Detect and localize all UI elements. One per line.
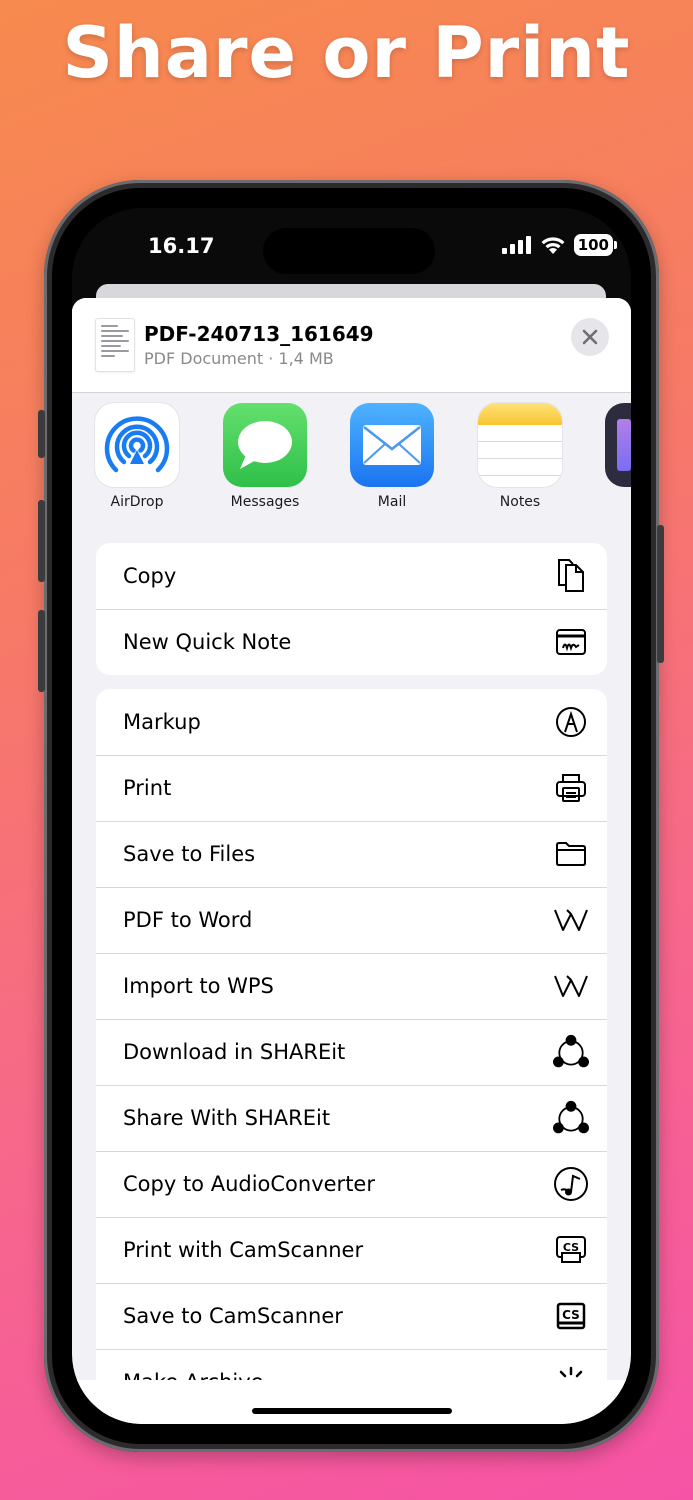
action-label: Download in SHAREit (123, 1040, 346, 1064)
action-label: Copy to AudioConverter (123, 1172, 375, 1196)
app-notes[interactable]: Notes (465, 403, 575, 510)
audio-converter-icon (553, 1166, 589, 1202)
app-label: AirDrop (110, 494, 164, 510)
wps-icon (553, 968, 589, 1004)
svg-text:CS: CS (563, 1241, 579, 1254)
app-messages[interactable]: Messages (210, 403, 320, 510)
messages-icon (223, 403, 307, 487)
close-icon (582, 329, 598, 345)
quick-note-icon (553, 624, 589, 660)
volume-down-button (38, 610, 45, 692)
action-group-secondary: Markup Print Save to Files PDF to Word I… (96, 689, 607, 1415)
action-print[interactable]: Print (96, 755, 607, 821)
phone-screen: 16.17 100 PDF-240713_161649 PDF Document… (72, 208, 631, 1424)
status-icons: 100 (501, 234, 618, 256)
power-button (657, 525, 664, 663)
camscanner-print-icon: CS (553, 1232, 589, 1268)
shareit-icon (553, 1100, 589, 1136)
share-sheet: PDF-240713_161649 PDF Document · 1,4 MB (72, 298, 631, 1424)
action-group-primary: Copy New Quick Note (96, 543, 607, 675)
markup-icon (553, 704, 589, 740)
action-import-to-wps[interactable]: Import to WPS (96, 953, 607, 1019)
action-markup[interactable]: Markup (96, 689, 607, 755)
dynamic-island (263, 228, 435, 274)
action-label: New Quick Note (123, 630, 292, 654)
side-button (38, 410, 45, 458)
app-label: Mail (377, 494, 407, 510)
action-download-in-shareit[interactable]: Download in SHAREit (96, 1019, 607, 1085)
document-subtitle: PDF Document · 1,4 MB (144, 349, 334, 368)
status-time: 16.17 (148, 234, 215, 258)
action-label: PDF to Word (123, 908, 253, 932)
action-label: Save to Files (123, 842, 256, 866)
app-label: Jo (592, 494, 631, 510)
home-indicator[interactable] (252, 1408, 452, 1414)
action-label: Markup (123, 710, 201, 734)
action-label: Save to CamScanner (123, 1304, 343, 1328)
shareit-icon (553, 1034, 589, 1070)
action-share-with-shareit[interactable]: Share With SHAREit (96, 1085, 607, 1151)
document-title: PDF-240713_161649 (144, 322, 374, 346)
copy-icon (553, 558, 589, 594)
app-label: Messages (230, 494, 300, 510)
notes-icon (478, 403, 562, 487)
wifi-icon (541, 237, 565, 254)
share-sheet-header: PDF-240713_161649 PDF Document · 1,4 MB (72, 298, 631, 393)
action-label: Import to WPS (123, 974, 274, 998)
close-button[interactable] (571, 318, 609, 356)
headline: Share or Print (62, 12, 631, 94)
action-save-to-camscanner[interactable]: Save to CamScanner CS (96, 1283, 607, 1349)
action-label: Print with CamScanner (123, 1238, 364, 1262)
camscanner-icon: CS (553, 1298, 589, 1334)
airdrop-icon (95, 403, 179, 487)
sheet-bottom-bar (72, 1380, 631, 1424)
battery-indicator: 100 (573, 234, 618, 256)
app-airdrop[interactable]: AirDrop (82, 403, 192, 510)
action-print-with-camscanner[interactable]: Print with CamScanner CS (96, 1217, 607, 1283)
cellular-signal-icon (501, 236, 531, 254)
mail-icon (350, 403, 434, 487)
folder-icon (553, 836, 589, 872)
app-share-row: AirDrop Messages Mail Notes (72, 393, 631, 543)
action-label: Copy (123, 564, 177, 588)
action-label: Share With SHAREit (123, 1106, 331, 1130)
printer-icon (553, 770, 589, 806)
action-label: Print (123, 776, 172, 800)
svg-text:CS: CS (562, 1308, 580, 1322)
action-copy[interactable]: Copy (96, 543, 607, 609)
action-pdf-to-word[interactable]: PDF to Word (96, 887, 607, 953)
document-thumbnail (96, 319, 134, 371)
volume-up-button (38, 500, 45, 582)
app-label: Notes (499, 494, 541, 510)
action-copy-to-audioconverter[interactable]: Copy to AudioConverter (96, 1151, 607, 1217)
app-icon (605, 403, 631, 487)
wps-icon (553, 902, 589, 938)
action-save-to-files[interactable]: Save to Files (96, 821, 607, 887)
app-partial[interactable]: Jo (592, 403, 631, 510)
action-new-quick-note[interactable]: New Quick Note (96, 609, 607, 675)
app-mail[interactable]: Mail (337, 403, 447, 510)
